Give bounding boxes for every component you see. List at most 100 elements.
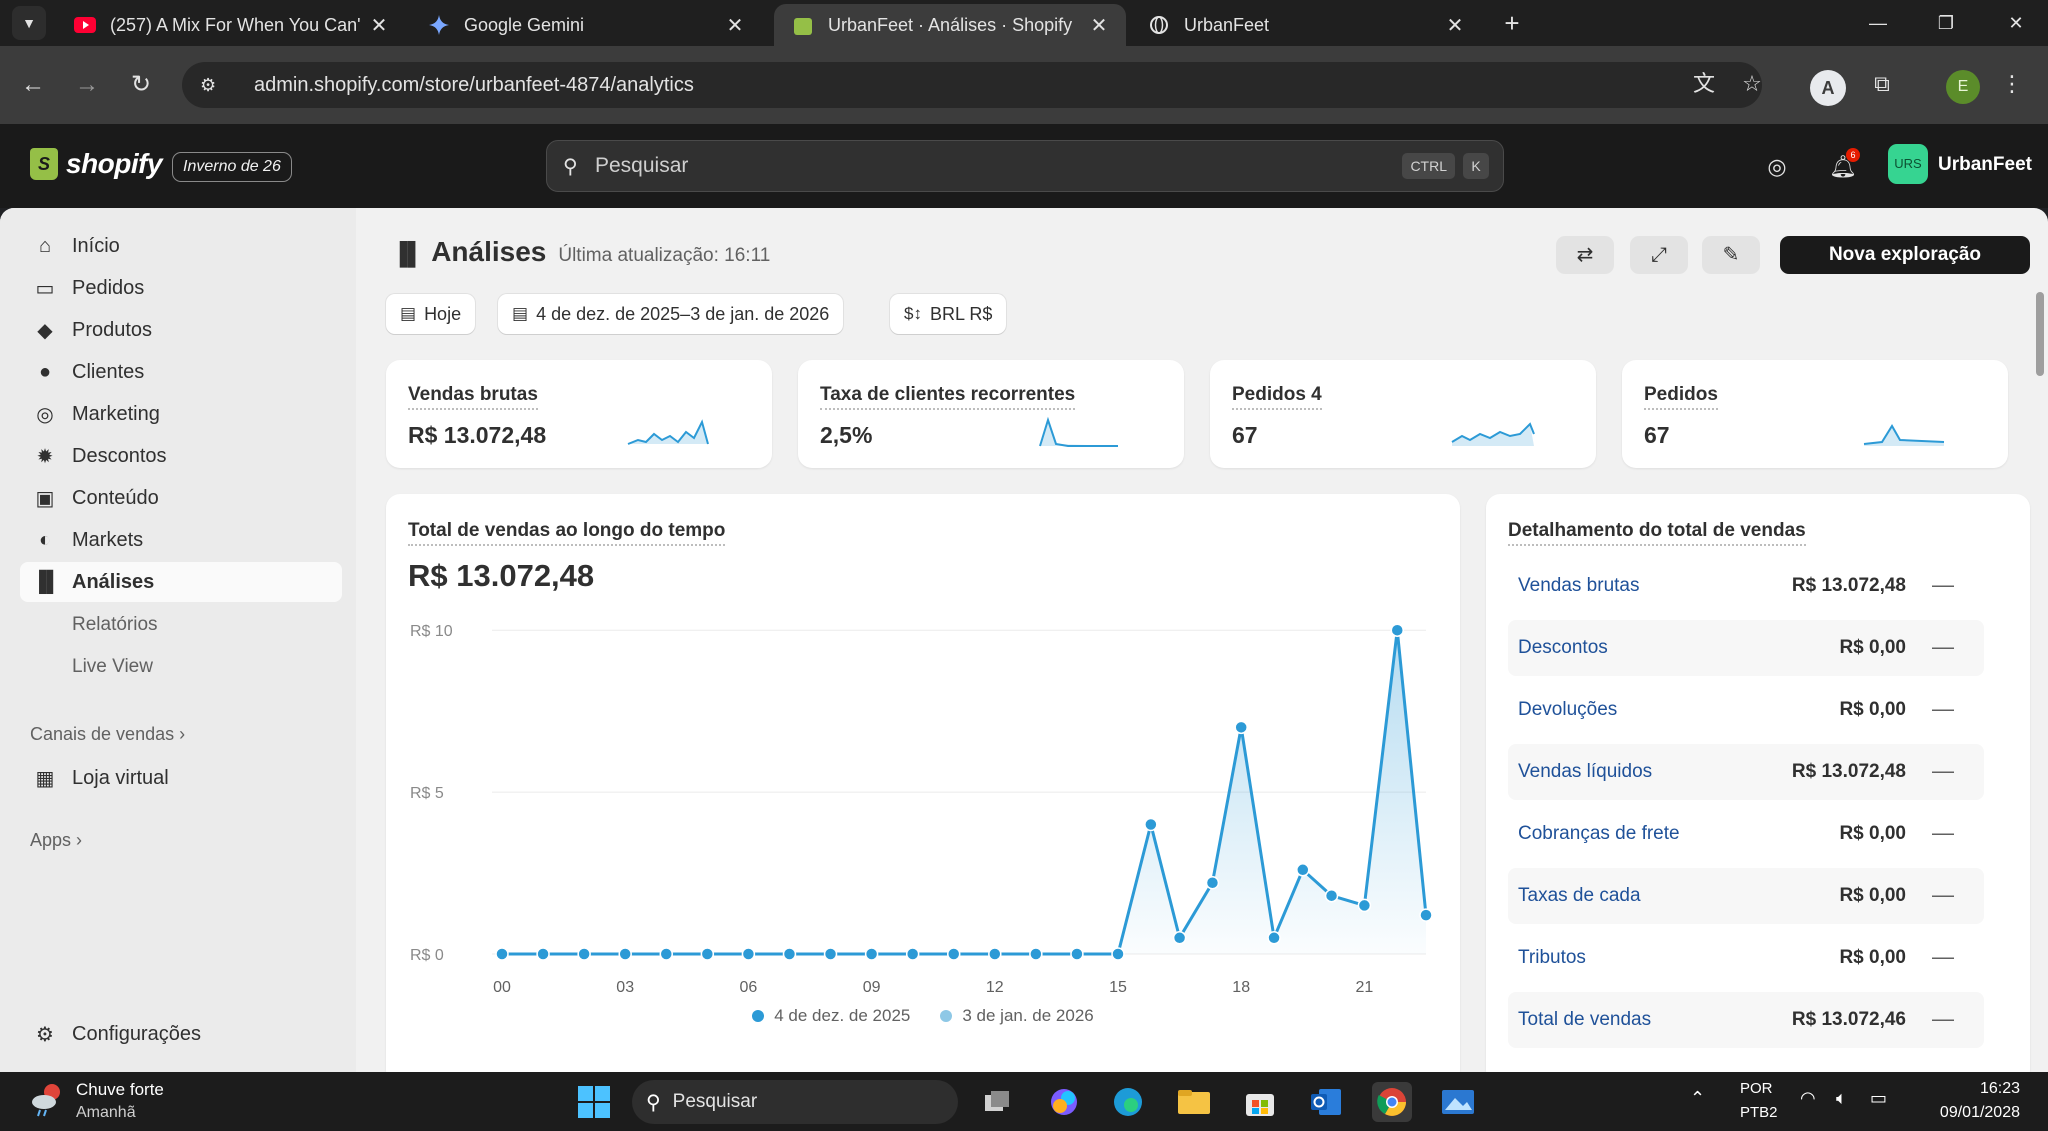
translate-icon[interactable]: 文 <box>1686 66 1722 102</box>
restore-button[interactable]: ❐ <box>1916 6 1976 40</box>
breakdown-label[interactable]: Descontos <box>1518 637 1608 659</box>
breakdown-label[interactable]: Taxas de cada <box>1518 885 1641 907</box>
today-filter[interactable]: ▤ Hoje <box>386 294 476 334</box>
store-avatar[interactable]: URS <box>1888 144 1928 184</box>
keyboard-layout[interactable]: PTB2 <box>1740 1104 1778 1121</box>
tab-search-button[interactable]: ▼ <box>12 6 46 40</box>
close-icon[interactable]: ✕ <box>1088 13 1110 38</box>
legend-item-series-1[interactable]: 4 de dez. de 2025 <box>752 1006 910 1026</box>
extensions-icon[interactable]: ⧉ <box>1864 66 1900 102</box>
forward-button[interactable]: → <box>70 68 104 102</box>
tab-gemini[interactable]: Google Gemini ✕ <box>410 4 762 46</box>
data-point <box>1357 898 1372 913</box>
kpi-card-orders-4[interactable]: Pedidos 4 67 <box>1210 360 1596 468</box>
photos-icon[interactable] <box>1438 1082 1478 1122</box>
sales-line-chart[interactable]: R$ 0 R$ 5 R$ 10 00 03 06 09 12 15 18 21 <box>386 494 1460 1054</box>
sidebar-item-configuracoes[interactable]: ⚙ Configurações <box>20 1014 342 1054</box>
back-button[interactable]: ← <box>16 68 50 102</box>
shopify-logo[interactable]: shopify <box>30 148 163 180</box>
tray-overflow-icon[interactable]: ⌃ <box>1690 1088 1705 1109</box>
sidebar-item-produtos[interactable]: ◆ Produtos <box>20 310 342 350</box>
admin-search[interactable]: ⚲ CTRL K <box>546 140 1504 192</box>
site-settings-icon[interactable]: ⚙ <box>200 75 224 96</box>
date-range-filter[interactable]: ▤ 4 de dez. de 2025–3 de jan. de 2026 <box>498 294 844 334</box>
breakdown-row-cobrancas-de-frete[interactable]: Cobranças de frete R$ 0,00 — <box>1508 806 1984 862</box>
close-icon[interactable]: ✕ <box>724 13 746 38</box>
chrome-icon[interactable] <box>1372 1082 1412 1122</box>
sidebar-item-clientes[interactable]: ● Clientes <box>20 352 342 392</box>
close-icon[interactable]: ✕ <box>368 13 390 38</box>
breakdown-row-descontos[interactable]: Descontos R$ 0,00 — <box>1508 620 1984 676</box>
sparkline <box>627 419 709 445</box>
breakdown-row-vendas-brutas[interactable]: Vendas brutas R$ 13.072,48 — <box>1508 558 1984 614</box>
input-language[interactable]: POR <box>1740 1080 1773 1097</box>
file-explorer-icon[interactable] <box>1174 1082 1214 1122</box>
page-scrollbar[interactable] <box>2036 292 2044 376</box>
battery-icon[interactable]: ▭ <box>1870 1088 1887 1109</box>
volume-icon[interactable]: 🔈︎ <box>1836 1088 1847 1109</box>
clock-date[interactable]: 09/01/2028 <box>1924 1104 2020 1122</box>
sidebar-item-conteudo[interactable]: ▣ Conteúdo <box>20 478 342 518</box>
kpi-card-orders[interactable]: Pedidos 67 <box>1622 360 2008 468</box>
extension-avatar-icon[interactable]: A <box>1810 70 1846 106</box>
reload-button[interactable]: ↻ <box>124 68 158 102</box>
apps-header[interactable]: Apps › <box>30 830 82 851</box>
weather-rain-icon[interactable] <box>30 1082 66 1118</box>
wifi-icon[interactable]: ◠ <box>1800 1088 1816 1109</box>
profile-avatar[interactable]: E <box>1946 70 1980 104</box>
admin-search-input[interactable] <box>595 154 1403 178</box>
breakdown-label[interactable]: Vendas líquidos <box>1518 761 1652 783</box>
breakdown-title[interactable]: Detalhamento do total de vendas <box>1508 520 1806 546</box>
breakdown-row-devolucoes[interactable]: Devoluções R$ 0,00 — <box>1508 682 1984 738</box>
edit-button[interactable]: ✎ <box>1702 236 1760 274</box>
bookmark-star-icon[interactable]: ☆ <box>1734 66 1770 102</box>
breakdown-row-tributos[interactable]: Tributos R$ 0,00 — <box>1508 930 1984 986</box>
breakdown-label[interactable]: Total de vendas <box>1518 1009 1651 1031</box>
kpi-card-gross-sales[interactable]: Vendas brutas R$ 13.072,48 <box>386 360 772 468</box>
clock-time[interactable]: 16:23 <box>1944 1080 2020 1098</box>
fullscreen-button[interactable]: ⤢ <box>1630 236 1688 274</box>
sidebar-item-inicio[interactable]: ⌂ Início <box>20 226 342 266</box>
breakdown-label[interactable]: Tributos <box>1518 947 1586 969</box>
address-bar[interactable]: ⚙ admin.shopify.com/store/urbanfeet-4874… <box>182 62 1762 108</box>
sidebar-item-analises[interactable]: ▐▌ Análises <box>20 562 342 602</box>
tab-shopify-analytics[interactable]: UrbanFeet · Análises · Shopify ✕ <box>774 4 1126 46</box>
new-exploration-button[interactable]: Nova exploração <box>1780 236 2030 274</box>
sidebar-item-loja-virtual[interactable]: ▦ Loja virtual <box>20 758 342 798</box>
sidebar-item-descontos[interactable]: ✹ Descontos <box>20 436 342 476</box>
refresh-button[interactable]: ⇄ <box>1556 236 1614 274</box>
breakdown-row-vendas-liquidos[interactable]: Vendas líquidos R$ 13.072,48 — <box>1508 744 1984 800</box>
close-icon[interactable]: ✕ <box>1444 13 1466 38</box>
windows-start-icon[interactable] <box>574 1082 614 1122</box>
taskbar-search[interactable]: ⚲ Pesquisar <box>632 1080 958 1124</box>
sidebar-item-label: Loja virtual <box>72 766 169 789</box>
breakdown-label[interactable]: Vendas brutas <box>1518 575 1639 597</box>
new-tab-button[interactable]: + <box>1497 8 1527 38</box>
kpi-card-returning-rate[interactable]: Taxa de clientes recorrentes 2,5% <box>798 360 1184 468</box>
window-close-button[interactable]: ✕ <box>1986 6 2046 40</box>
legend-item-series-2[interactable]: 3 de jan. de 2026 <box>940 1006 1094 1026</box>
breakdown-label[interactable]: Devoluções <box>1518 699 1617 721</box>
sidekick-icon[interactable]: ◎ <box>1760 150 1794 184</box>
edge-icon[interactable] <box>1108 1082 1148 1122</box>
breakdown-row-taxas-de-cada[interactable]: Taxas de cada R$ 0,00 — <box>1508 868 1984 924</box>
sales-channels-header[interactable]: Canais de vendas › <box>30 724 185 745</box>
currency-filter[interactable]: $↕ BRL R$ <box>890 294 1007 334</box>
breakdown-row-total-de-vendas[interactable]: Total de vendas R$ 13.072,46 — <box>1508 992 1984 1048</box>
browser-menu-icon[interactable]: ⋮ <box>1994 66 2030 102</box>
edition-badge[interactable]: Inverno de 26 <box>172 152 292 182</box>
sidebar-item-markets[interactable]: ◐ Markets <box>20 520 342 560</box>
outlook-icon[interactable] <box>1306 1082 1346 1122</box>
tab-urbanfeet[interactable]: UrbanFeet ✕ <box>1130 4 1482 46</box>
sidebar-item-marketing[interactable]: ◎ Marketing <box>20 394 342 434</box>
sidebar-item-pedidos[interactable]: ▭ Pedidos <box>20 268 342 308</box>
minimize-button[interactable]: — <box>1848 6 1908 40</box>
breakdown-label[interactable]: Cobranças de frete <box>1518 823 1680 845</box>
task-view-icon[interactable] <box>978 1082 1018 1122</box>
tab-youtube[interactable]: (257) A Mix For When You Can't ✕ <box>56 4 406 46</box>
copilot-icon[interactable] <box>1044 1082 1084 1122</box>
store-name[interactable]: UrbanFeet <box>1938 154 2032 176</box>
sidebar-subitem-relatorios[interactable]: Relatórios <box>72 614 158 636</box>
sidebar-subitem-live-view[interactable]: Live View <box>72 656 153 678</box>
store-app-icon[interactable] <box>1240 1082 1280 1122</box>
